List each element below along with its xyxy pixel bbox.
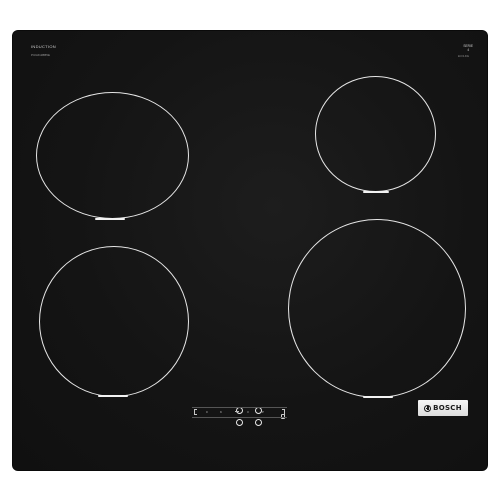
zone-marker-rear-right: [363, 191, 389, 193]
series-label-line2: 4: [467, 48, 470, 52]
zone-selector-icon-front-right[interactable]: [255, 419, 262, 426]
series-label: SERIE 4: [463, 44, 473, 52]
zone-marker-rear-left: [95, 218, 125, 220]
cooking-zone-front-left[interactable]: [39, 246, 189, 397]
induction-label: INDUCTION: [31, 44, 56, 49]
bosch-logo-icon: [424, 404, 432, 412]
zone-selector-icon-front-left[interactable]: [236, 419, 243, 426]
cooking-zone-rear-left[interactable]: [36, 92, 189, 219]
strip-bracket-left-icon: [194, 409, 197, 415]
strip-label-a[interactable]: 0: [206, 410, 208, 414]
strip-tick-1: [235, 411, 239, 412]
model-label: PUG611BB5E: [31, 53, 50, 57]
strip-label-b[interactable]: 9: [220, 410, 222, 414]
strip-label-d[interactable]: P: [262, 410, 264, 414]
zone-marker-front-right: [363, 396, 393, 398]
strip-label-c[interactable]: 3: [247, 410, 249, 414]
touch-control-strip[interactable]: 0 9 3 P: [192, 407, 287, 418]
brand-badge: BOSCH: [418, 400, 468, 416]
series-sub-label: ECOLINE: [458, 55, 469, 58]
zone-marker-front-left: [98, 395, 128, 397]
brand-name: BOSCH: [433, 404, 462, 412]
induction-hob: INDUCTION PUG611BB5E SERIE 4 ECOLINE: [13, 31, 487, 470]
cooking-zone-rear-right[interactable]: [315, 76, 436, 192]
cooking-zone-front-right[interactable]: [288, 219, 466, 398]
strip-bracket-right-icon: [282, 409, 285, 415]
